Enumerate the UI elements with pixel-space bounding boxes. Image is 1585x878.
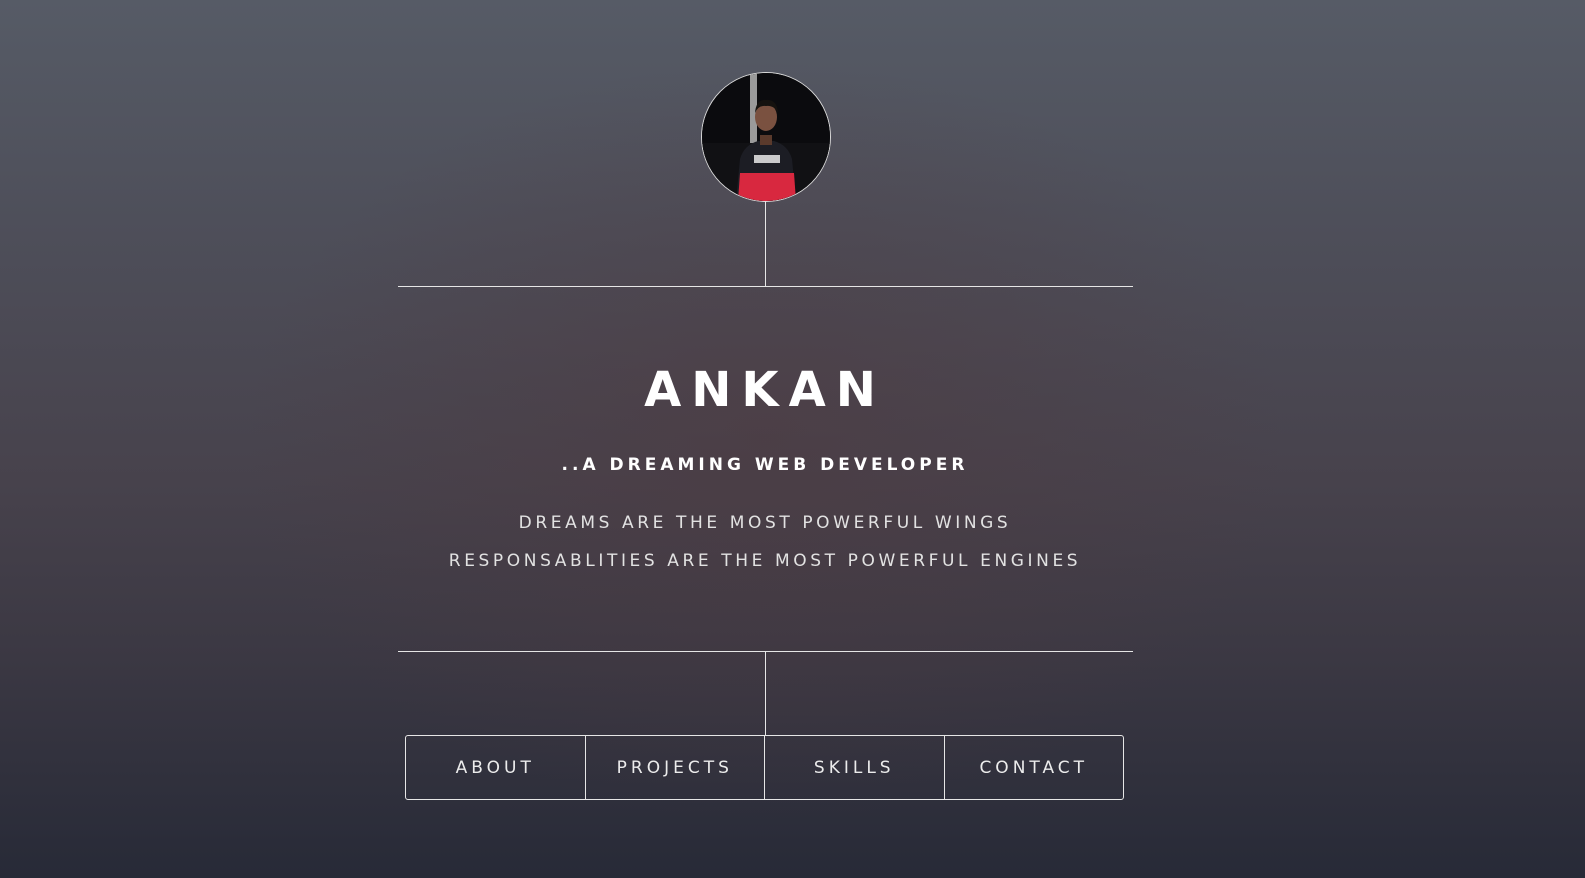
connector-line-bottom [765,651,766,736]
quote-line-1: DREAMS ARE THE MOST POWERFUL WINGS [518,513,1012,533]
page-title: ANKAN [644,362,886,418]
avatar [701,72,831,202]
tagline: ..A DREAMING WEB DEVELOPER [561,455,969,475]
quote-line-2: RESPONSABLITIES ARE THE MOST POWERFUL EN… [448,551,1082,571]
connector-line-top [765,201,766,286]
nav-skills-button[interactable]: SKILLS [765,736,945,799]
avatar-photo [702,73,830,201]
nav-contact-button[interactable]: CONTACT [945,736,1124,799]
main-nav: ABOUT PROJECTS SKILLS CONTACT [405,735,1124,800]
nav-projects-button[interactable]: PROJECTS [586,736,765,799]
divider-top [398,286,1133,287]
nav-about-button[interactable]: ABOUT [406,736,586,799]
